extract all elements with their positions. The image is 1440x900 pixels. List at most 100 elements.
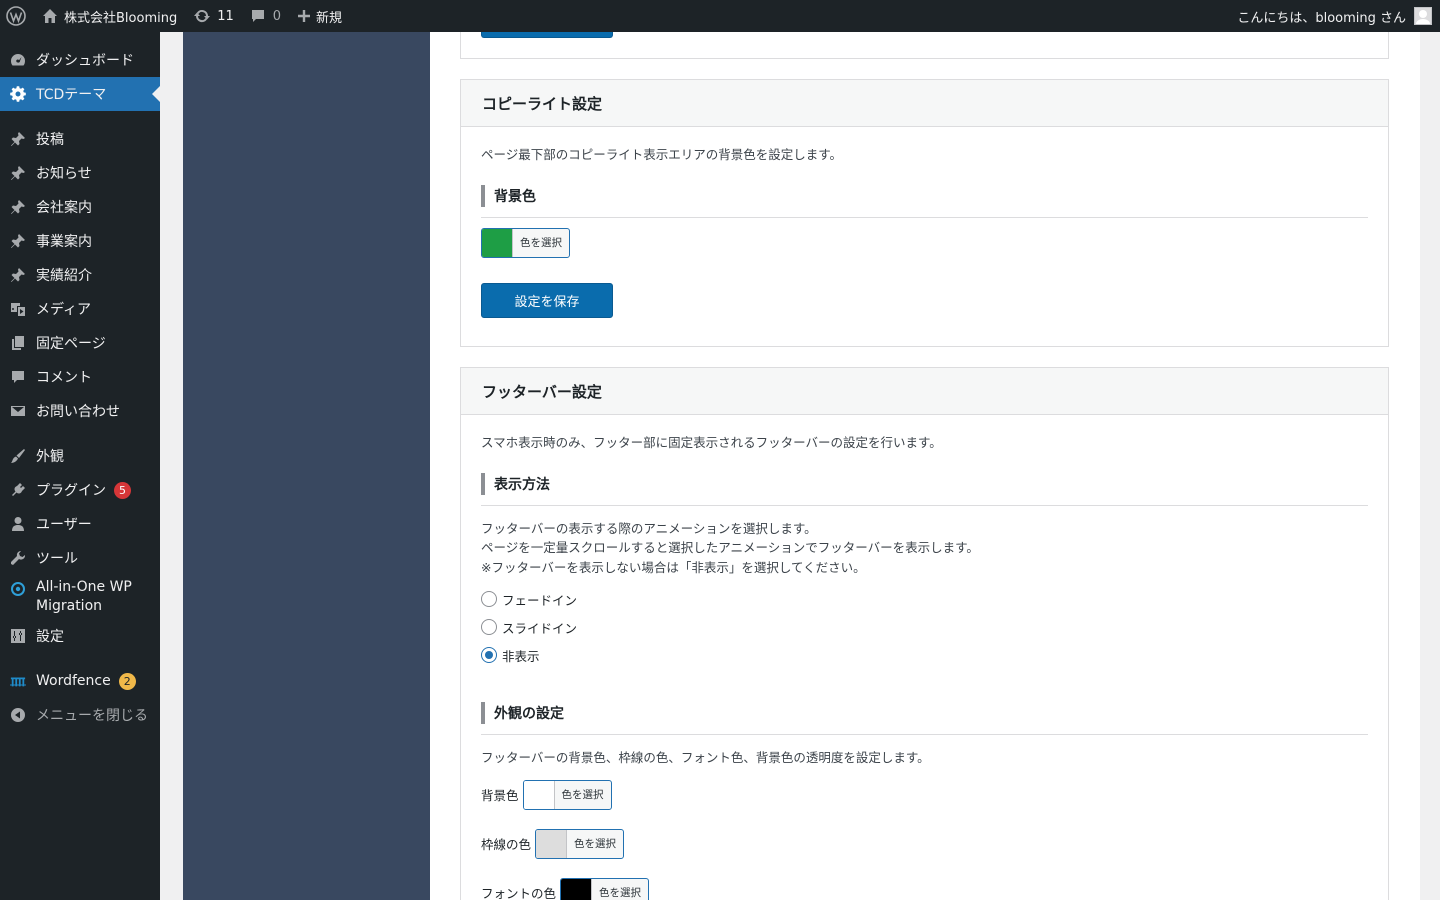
plugins-update-badge: 5 xyxy=(114,481,131,499)
comment-icon xyxy=(10,369,26,385)
wrench-icon xyxy=(10,550,26,566)
sidebar-item-dashboard[interactable]: ダッシュボード xyxy=(0,43,160,77)
pin-icon xyxy=(10,131,26,147)
display-method-description: フッターバーの表示する際のアニメーションを選択します。 ページを一定量スクロール… xyxy=(481,519,1368,578)
updates-count: 11 xyxy=(217,8,234,24)
sidebar-item-label-line1: All-in-One WP xyxy=(36,579,132,595)
migration-icon xyxy=(10,581,26,597)
comment-bubble-icon xyxy=(250,8,266,24)
footerbar-font-color-row: フォントの色 色を選択 xyxy=(481,877,1368,900)
sidebar-item-news[interactable]: お知らせ xyxy=(0,156,160,190)
copyright-bg-color-picker[interactable]: 色を選択 xyxy=(481,227,570,258)
sidebar-item-media[interactable]: メディア xyxy=(0,292,160,326)
home-icon xyxy=(42,8,58,24)
sidebar-item-label: All-in-One WP Migration xyxy=(36,578,132,616)
appearance-description: フッターバーの背景色、枠線の色、フォント色、背景色の透明度を設定します。 xyxy=(481,750,930,765)
sidebar-item-label: お知らせ xyxy=(36,166,92,182)
wordpress-logo-icon[interactable] xyxy=(0,0,34,32)
media-icon xyxy=(10,301,26,317)
brush-icon xyxy=(10,448,26,464)
footerbar-bg-color-picker[interactable]: 色を選択 xyxy=(522,779,612,810)
sidebar-item-label: ユーザー xyxy=(36,517,92,533)
refresh-icon xyxy=(193,7,211,25)
sidebar-item-label: メニューを閉じる xyxy=(36,708,148,724)
color-picker-label: 色を選択 xyxy=(599,887,642,899)
color-picker-label: 色を選択 xyxy=(574,838,617,850)
footerbar-font-color-picker[interactable]: 色を選択 xyxy=(560,877,650,900)
sidebar-item-contact[interactable]: お問い合わせ xyxy=(0,394,160,428)
radio-label: スライドイン xyxy=(502,620,578,636)
plugin-icon xyxy=(10,482,26,498)
sidebar-item-all-in-one-wp-migration[interactable]: All-in-One WP Migration xyxy=(0,575,160,619)
new-content-link[interactable]: 新規 xyxy=(289,0,350,32)
sidebar-item-label: ツール xyxy=(36,551,78,567)
user-icon xyxy=(10,516,26,532)
appearance-heading: 外観の設定 xyxy=(481,702,1368,724)
display-desc-line2: ページを一定量スクロールすると選択したアニメーションでフッターバーを表示します。 xyxy=(481,540,979,555)
sidebar-item-tcd-theme[interactable]: TCDテーマ xyxy=(0,77,160,111)
sidebar-item-business[interactable]: 事業案内 xyxy=(0,224,160,258)
sidebar-item-company[interactable]: 会社案内 xyxy=(0,190,160,224)
sidebar-item-wordfence[interactable]: Wordfence 2 xyxy=(0,664,160,698)
save-settings-button[interactable]: 設定を保存 xyxy=(481,282,613,318)
greeting: こんにちは、blooming さん xyxy=(1237,10,1406,26)
display-desc-line1: フッターバーの表示する際のアニメーションを選択します。 xyxy=(481,520,817,536)
sidebar-item-comments[interactable]: コメント xyxy=(0,360,160,394)
pin-icon xyxy=(10,165,26,181)
admin-sidebar: ダッシュボード TCDテーマ 投稿 お知らせ 会社案内 事業案内 実績紹介 メデ… xyxy=(0,32,160,900)
radio-label: フェードイン xyxy=(502,592,578,608)
sidebar-item-label: コメント xyxy=(36,370,92,386)
footerbar-border-color-picker[interactable]: 色を選択 xyxy=(535,828,625,859)
sidebar-item-appearance[interactable]: 外観 xyxy=(0,439,160,473)
sidebar-item-plugins[interactable]: プラグイン 5 xyxy=(0,473,160,507)
sidebar-item-pages[interactable]: 固定ページ xyxy=(0,326,160,360)
radio-button[interactable] xyxy=(481,591,497,607)
copyright-description: ページ最下部のコピーライト表示エリアの背景色を設定します。 xyxy=(481,147,843,162)
sidebar-item-settings[interactable]: 設定 xyxy=(0,619,160,653)
footerbar-border-color-row: 枠線の色 色を選択 xyxy=(481,828,1368,859)
sidebar-item-label: メディア xyxy=(36,302,92,318)
display-desc-line3: ※フッターバーを表示しない場合は「非表示」を選択してください。 xyxy=(481,559,866,575)
pin-icon xyxy=(10,199,26,215)
footerbar-font-color-swatch xyxy=(561,878,593,900)
theme-options-nav xyxy=(183,32,430,900)
sidebar-item-users[interactable]: ユーザー xyxy=(0,507,160,541)
sidebar-item-label: 外観 xyxy=(36,449,64,465)
radio-slide-in[interactable]: スライドイン xyxy=(481,613,1368,641)
comments-count: 0 xyxy=(272,8,282,24)
sidebar-item-collapse-menu[interactable]: メニューを閉じる xyxy=(0,698,160,732)
updates-link[interactable]: 11 xyxy=(185,0,242,32)
footerbar-panel-title: フッターバー設定 xyxy=(461,368,1388,415)
plus-icon xyxy=(297,9,311,23)
sidebar-item-label: TCDテーマ xyxy=(36,87,107,103)
avatar xyxy=(1414,7,1432,25)
radio-hidden[interactable]: 非表示 xyxy=(481,641,1368,669)
footerbar-border-color-swatch xyxy=(536,829,568,858)
page-icon xyxy=(10,335,26,351)
radio-button[interactable] xyxy=(481,619,497,635)
gear-icon xyxy=(10,86,26,102)
sidebar-item-label: Wordfence xyxy=(36,673,111,689)
copyright-settings-panel: コピーライト設定 ページ最下部のコピーライト表示エリアの背景色を設定します。 背… xyxy=(460,79,1389,347)
border-color-label: 枠線の色 xyxy=(481,837,532,852)
bg-color-label: 背景色 xyxy=(481,788,519,803)
site-name: 株式会社Blooming xyxy=(64,10,178,26)
new-label: 新規 xyxy=(316,10,343,26)
footerbar-bg-color-row: 背景色 色を選択 xyxy=(481,779,1368,810)
pin-icon xyxy=(10,233,26,249)
radio-button-checked[interactable] xyxy=(481,647,497,663)
sidebar-item-label: お問い合わせ xyxy=(36,404,120,420)
font-color-label: フォントの色 xyxy=(481,886,557,900)
radio-fade-in[interactable]: フェードイン xyxy=(481,585,1368,613)
pin-icon xyxy=(10,267,26,283)
sidebar-item-posts[interactable]: 投稿 xyxy=(0,122,160,156)
comments-link[interactable]: 0 xyxy=(242,0,289,32)
sidebar-item-tools[interactable]: ツール xyxy=(0,541,160,575)
sidebar-item-works[interactable]: 実績紹介 xyxy=(0,258,160,292)
collapse-icon xyxy=(10,707,26,723)
site-name-link[interactable]: 株式会社Blooming xyxy=(34,0,185,32)
dashboard-icon xyxy=(10,52,26,68)
sidebar-item-label: 固定ページ xyxy=(36,336,106,352)
my-account-link[interactable]: こんにちは、blooming さん xyxy=(1237,0,1440,32)
copyright-bg-heading: 背景色 xyxy=(481,184,1368,207)
